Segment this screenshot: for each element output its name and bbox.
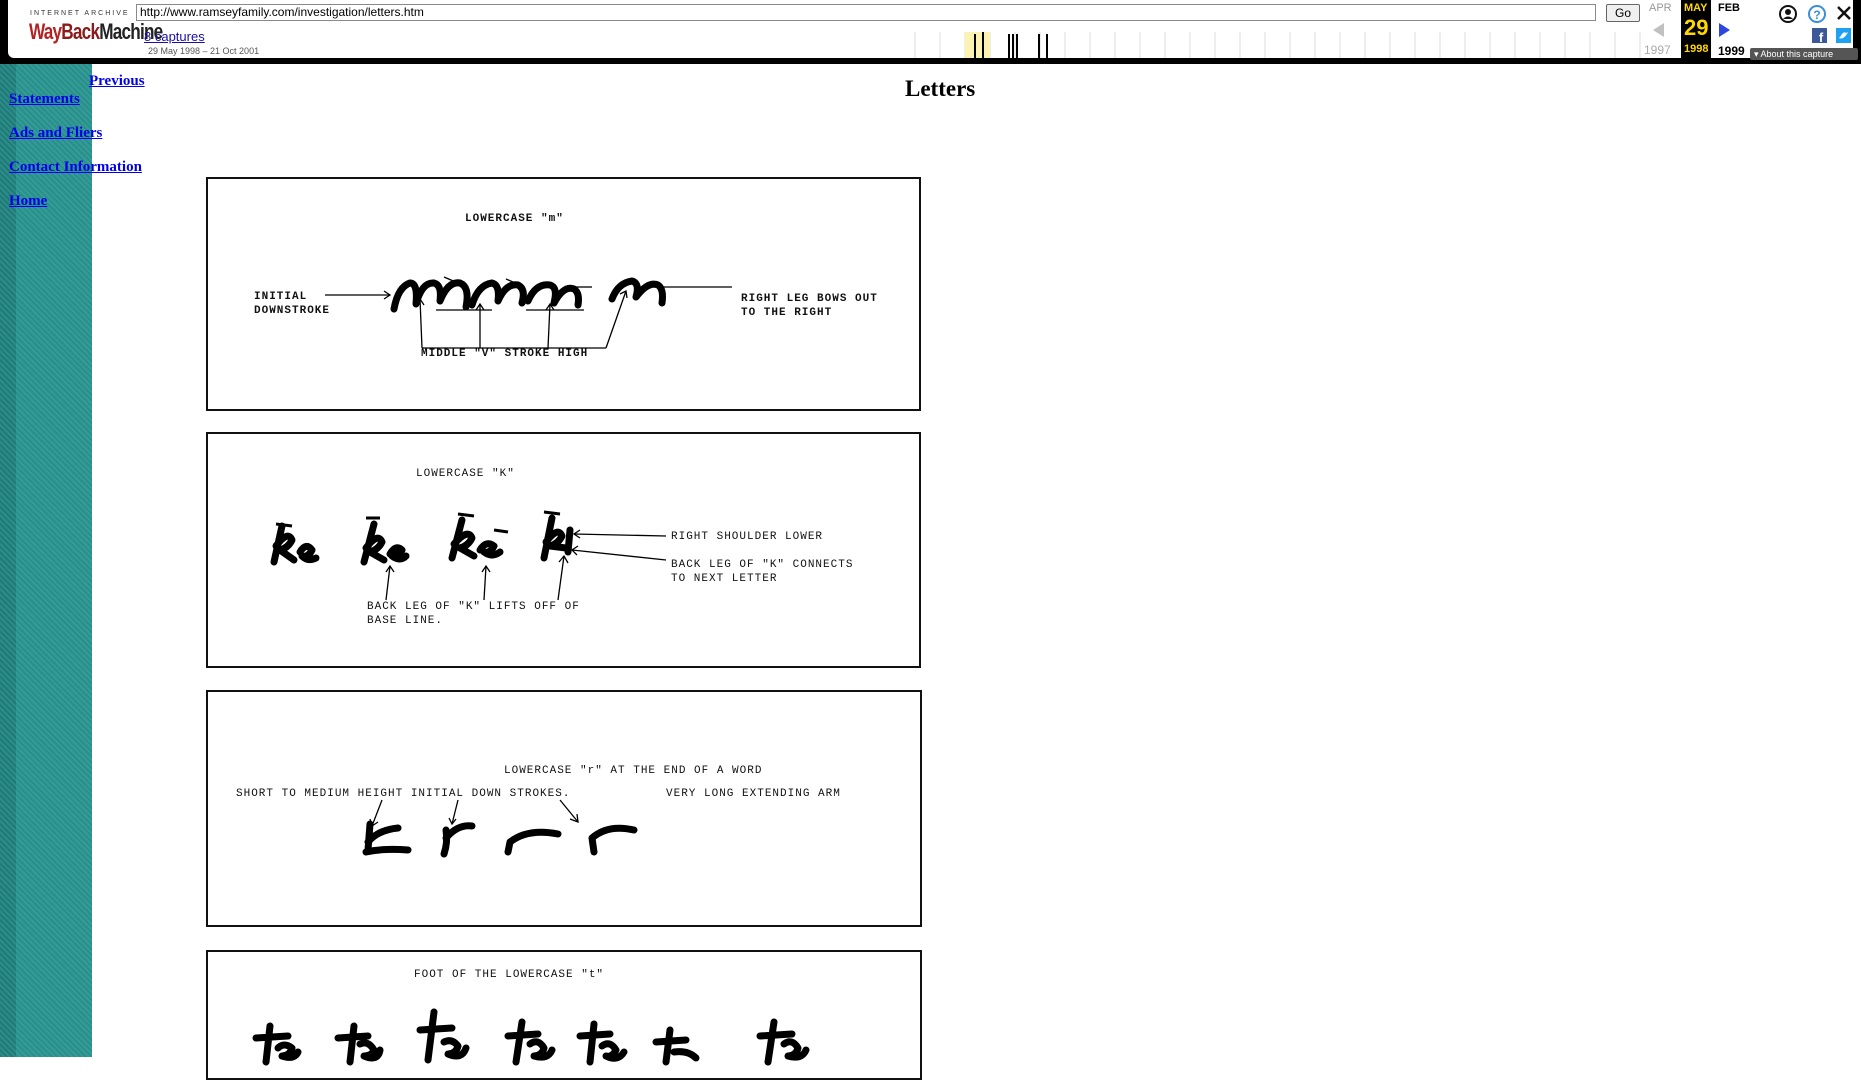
logo-wayback-machine-text: WayBackMachine <box>29 19 163 44</box>
current-month-label: MAY <box>1684 2 1708 14</box>
logo-internet-archive-text: INTERNET ARCHIVE <box>30 10 130 17</box>
current-day-label: 29 <box>1684 15 1709 40</box>
facebook-share-icon[interactable]: f <box>1812 28 1827 43</box>
handwriting-k-sample <box>270 510 667 601</box>
go-button[interactable]: Go <box>1606 4 1640 22</box>
left-decorative-stripe <box>0 64 92 1057</box>
wayback-toolbar: INTERNET ARCHIVE WayBackMachine http://w… <box>0 0 1861 64</box>
wayback-toolbar-panel: INTERNET ARCHIVE WayBackMachine http://w… <box>8 0 1853 58</box>
capture-date-range: 29 May 1998 – 21 Oct 2001 <box>148 46 260 56</box>
page-title: Letters <box>905 76 976 101</box>
figure-lowercase-k: LOWERCASE "K" RIGHT SHOULDER LOWER BACK … <box>206 432 921 668</box>
captures-link[interactable]: 8 captures <box>144 29 205 44</box>
current-year-label: 1998 <box>1684 43 1709 55</box>
handwriting-r-sample <box>362 799 638 858</box>
figure-lowercase-r: LOWERCASE "r" AT THE END OF A WORD SHORT… <box>206 690 922 927</box>
capture-sparkline[interactable] <box>913 32 1648 58</box>
svg-text:?: ? <box>1813 8 1820 22</box>
twitter-share-icon[interactable] <box>1836 28 1851 43</box>
svg-text:f: f <box>1819 30 1824 43</box>
about-capture-dropdown[interactable]: ▾ About this capture <box>1750 48 1858 60</box>
prev-capture-arrow-icon[interactable] <box>1652 22 1666 38</box>
figure-lowercase-m: LOWERCASE "m" INITIAL DOWNSTROKE RIGHT L… <box>206 177 921 411</box>
wayback-logo[interactable]: INTERNET ARCHIVE WayBackMachine <box>18 8 163 48</box>
home-link[interactable]: Home <box>9 193 47 210</box>
handwriting-m-sample <box>325 276 732 349</box>
close-icon[interactable] <box>1835 4 1853 22</box>
contact-information-link[interactable]: Contact Information <box>9 159 142 176</box>
previous-link[interactable]: Previous <box>89 73 145 90</box>
prev-year-label[interactable]: 1997 <box>1644 43 1671 57</box>
next-year-label[interactable]: 1999 <box>1718 44 1745 58</box>
ads-and-fliers-link[interactable]: Ads and Fliers <box>9 125 102 142</box>
next-month-label[interactable]: FEB <box>1718 2 1740 14</box>
statements-link[interactable]: Statements <box>9 91 80 108</box>
account-icon[interactable] <box>1778 4 1798 24</box>
url-input[interactable]: http://www.ramseyfamily.com/investigatio… <box>136 4 1596 21</box>
figure-lowercase-t: FOOT OF THE LOWERCASE "t" <box>206 950 922 1080</box>
next-capture-arrow-icon[interactable] <box>1718 22 1732 38</box>
prev-month-label[interactable]: APR <box>1649 2 1672 14</box>
help-icon[interactable]: ? <box>1807 4 1827 24</box>
handwriting-t-sample <box>252 1008 810 1066</box>
